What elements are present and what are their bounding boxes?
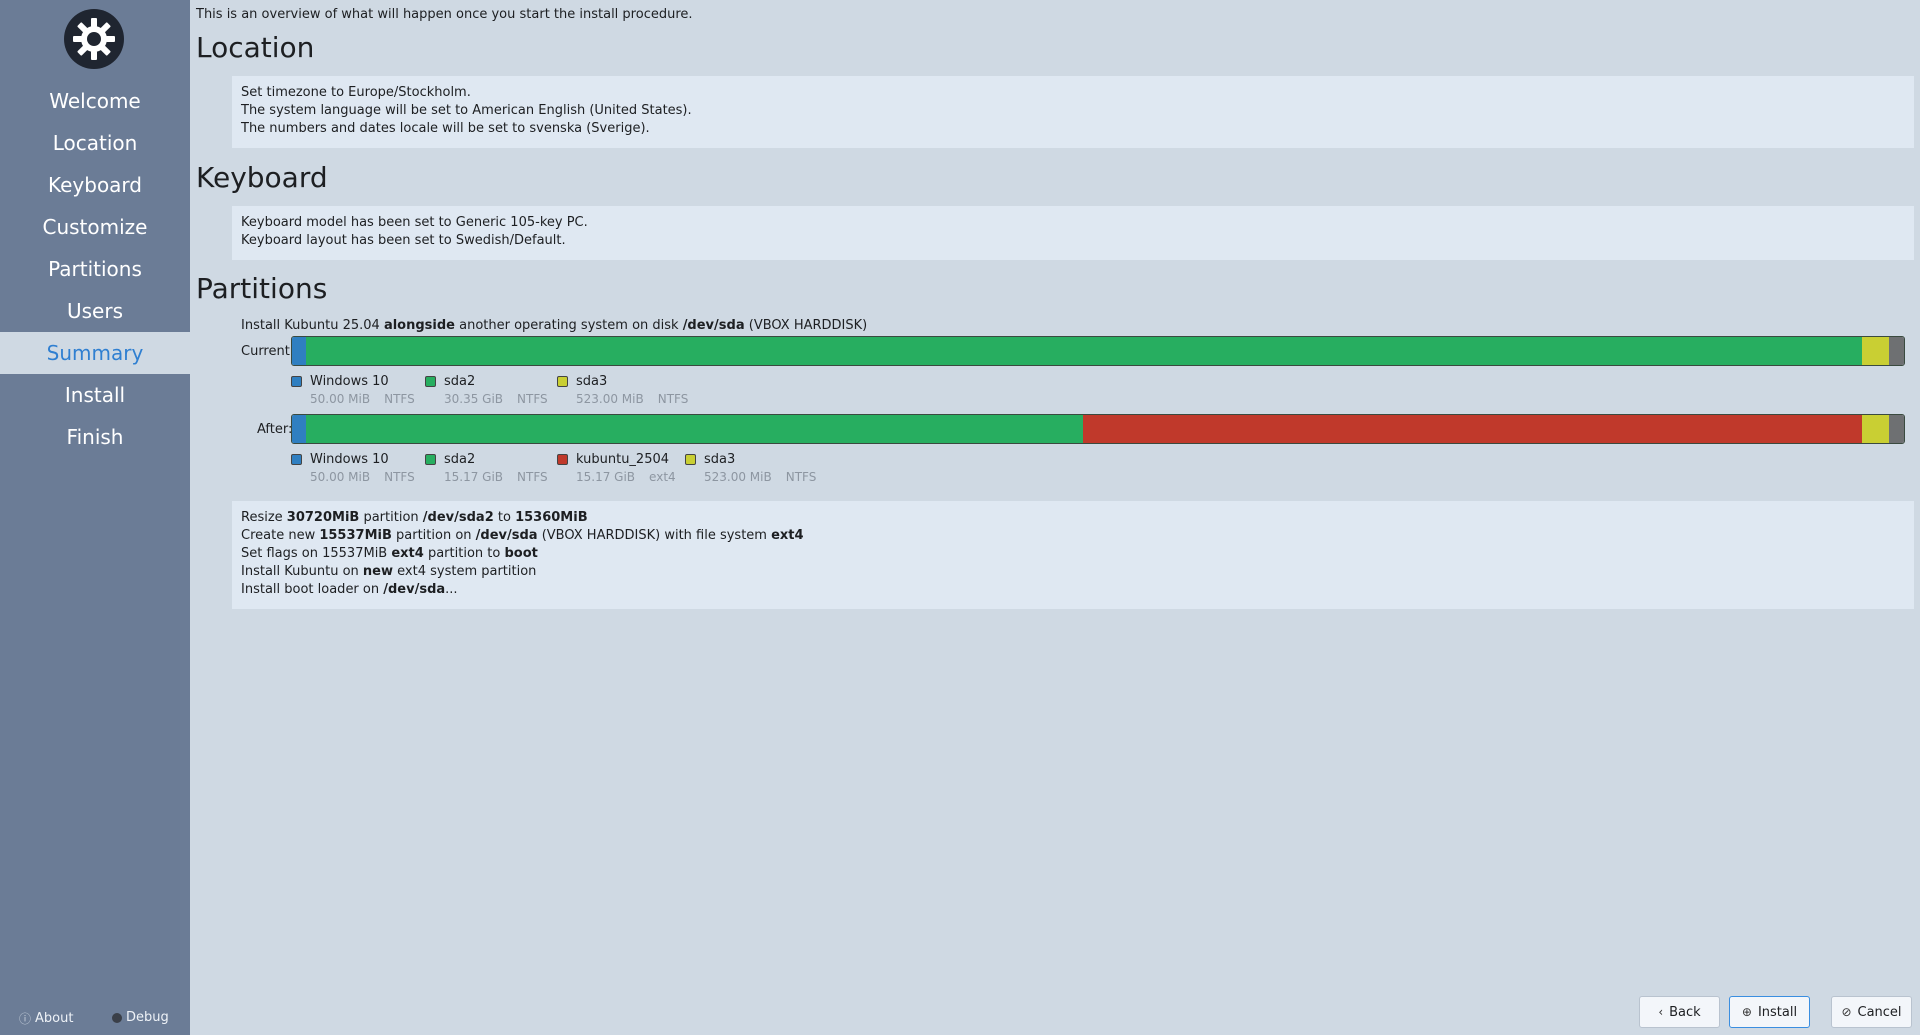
partition-operations-panel: Resize 30720MiB partition /dev/sda2 to 1… xyxy=(232,501,1914,609)
partition-segment xyxy=(1888,337,1904,365)
partition-segment xyxy=(1862,415,1889,443)
install-icon: ⊕ xyxy=(1741,1005,1752,1019)
partition-legend-item: Windows 10 50.00 MiB NTFS xyxy=(291,452,425,488)
intro-text: This is an overview of what will happen … xyxy=(196,7,693,22)
cancel-label: Cancel xyxy=(1857,1004,1902,1020)
sidebar-item-install[interactable]: Install xyxy=(0,374,190,416)
keyboard-line: Keyboard layout has been set to Swedish/… xyxy=(241,233,566,248)
partition-legend-item: sda2 30.35 GiB NTFS xyxy=(425,374,557,410)
location-line: Set timezone to Europe/Stockholm. xyxy=(241,85,471,100)
sidebar-item-welcome[interactable]: Welcome xyxy=(0,80,190,122)
desc-text: (VBOX HARDDISK) xyxy=(744,318,868,333)
partition-name: sda2 xyxy=(444,452,476,467)
partition-description: Install Kubuntu 25.04 alongside another … xyxy=(241,318,867,333)
current-bar-label: Current: xyxy=(241,344,295,359)
partition-name: Windows 10 xyxy=(310,374,389,389)
partition-color-swatch xyxy=(425,376,436,387)
partition-name: sda3 xyxy=(576,374,608,389)
install-label: Install xyxy=(1757,1004,1798,1020)
keyboard-summary-panel: Keyboard model has been set to Generic 1… xyxy=(232,206,1914,260)
partition-meta: 50.00 MiB NTFS xyxy=(310,392,415,406)
about-label: About xyxy=(35,1011,74,1026)
partition-color-swatch xyxy=(291,376,302,387)
partition-segment xyxy=(305,337,1863,365)
cancel-button[interactable]: ⊘ Cancel xyxy=(1831,996,1912,1028)
partition-color-swatch xyxy=(557,454,568,465)
sidebar: Welcome Location Keyboard Customize Part… xyxy=(0,0,190,1035)
partition-legend-item: sda3 523.00 MiB NTFS xyxy=(685,452,825,488)
info-icon: ⓘ xyxy=(19,1012,32,1026)
cancel-icon: ⊘ xyxy=(1841,1005,1852,1019)
partition-color-swatch xyxy=(685,454,696,465)
install-button[interactable]: ⊕ Install xyxy=(1729,996,1810,1028)
partition-legend-item: sda3 523.00 MiB NTFS xyxy=(557,374,697,410)
keyboard-heading: Keyboard xyxy=(196,161,328,194)
partition-name: Windows 10 xyxy=(310,452,389,467)
sidebar-item-customize[interactable]: Customize xyxy=(0,206,190,248)
partition-legend-item: kubuntu_2504 15.17 GiB ext4 xyxy=(557,452,685,488)
keyboard-line: Keyboard model has been set to Generic 1… xyxy=(241,215,588,230)
location-line: The numbers and dates locale will be set… xyxy=(241,121,650,136)
chevron-left-icon: ‹ xyxy=(1658,1005,1664,1019)
location-summary-panel: Set timezone to Europe/Stockholm. The sy… xyxy=(232,76,1914,148)
partition-segment xyxy=(292,415,306,443)
sidebar-item-finish[interactable]: Finish xyxy=(0,416,190,458)
desc-bold: /dev/sda xyxy=(682,318,745,333)
partition-meta: 15.17 GiB ext4 xyxy=(576,470,676,484)
location-line: The system language will be set to Ameri… xyxy=(241,103,692,118)
partition-meta: 523.00 MiB NTFS xyxy=(704,470,817,484)
partition-segment xyxy=(1888,415,1904,443)
debug-button[interactable]: Debug xyxy=(112,1010,169,1025)
desc-text: another operating system on disk xyxy=(454,318,683,333)
partition-segment xyxy=(292,337,306,365)
about-button[interactable]: ⓘ About xyxy=(19,1010,73,1027)
sidebar-item-keyboard[interactable]: Keyboard xyxy=(0,164,190,206)
partitions-heading: Partitions xyxy=(196,272,328,305)
partition-legend-item: Windows 10 50.00 MiB NTFS xyxy=(291,374,425,410)
back-button[interactable]: ‹ Back xyxy=(1639,996,1720,1028)
after-bar-label: After: xyxy=(257,422,293,437)
debug-label: Debug xyxy=(126,1010,169,1025)
partition-color-swatch xyxy=(291,454,302,465)
after-partition-bar xyxy=(291,414,1905,444)
partition-segment xyxy=(1083,415,1863,443)
back-label: Back xyxy=(1669,1004,1701,1020)
sidebar-item-users[interactable]: Users xyxy=(0,290,190,332)
debug-indicator-icon xyxy=(112,1012,122,1023)
sidebar-item-summary[interactable]: Summary xyxy=(0,332,190,374)
current-partition-bar xyxy=(291,336,1905,366)
operation-line: Create new 15537MiB partition on /dev/sd… xyxy=(241,528,804,543)
partition-color-swatch xyxy=(425,454,436,465)
partition-meta: 523.00 MiB NTFS xyxy=(576,392,689,406)
location-heading: Location xyxy=(196,31,315,64)
partition-name: sda3 xyxy=(704,452,736,467)
sidebar-item-partitions[interactable]: Partitions xyxy=(0,248,190,290)
partition-name: sda2 xyxy=(444,374,476,389)
operation-line: Install boot loader on /dev/sda... xyxy=(241,582,458,597)
partition-name: kubuntu_2504 xyxy=(576,452,670,467)
sidebar-item-location[interactable]: Location xyxy=(0,122,190,164)
desc-bold: alongside xyxy=(383,318,455,333)
operation-line: Resize 30720MiB partition /dev/sda2 to 1… xyxy=(241,510,588,525)
after-partition-legend: Windows 10 50.00 MiB NTFS sda2 15.17 GiB NTFS… xyxy=(291,452,825,488)
partition-meta: 50.00 MiB NTFS xyxy=(310,470,415,484)
partition-meta: 30.35 GiB NTFS xyxy=(444,392,548,406)
operation-line: Set flags on 15537MiB ext4 partition to … xyxy=(241,546,538,561)
partition-legend-item: sda2 15.17 GiB NTFS xyxy=(425,452,557,488)
kubuntu-gear-logo-icon xyxy=(64,9,124,69)
partition-meta: 15.17 GiB NTFS xyxy=(444,470,548,484)
desc-text: Install Kubuntu 25.04 xyxy=(241,318,384,333)
partition-segment xyxy=(305,415,1084,443)
current-partition-legend: Windows 10 50.00 MiB NTFS sda2 30.35 GiB NTFS… xyxy=(291,374,697,410)
operation-line: Install Kubuntu on new ext4 system parti… xyxy=(241,564,537,579)
partition-color-swatch xyxy=(557,376,568,387)
partition-segment xyxy=(1862,337,1889,365)
